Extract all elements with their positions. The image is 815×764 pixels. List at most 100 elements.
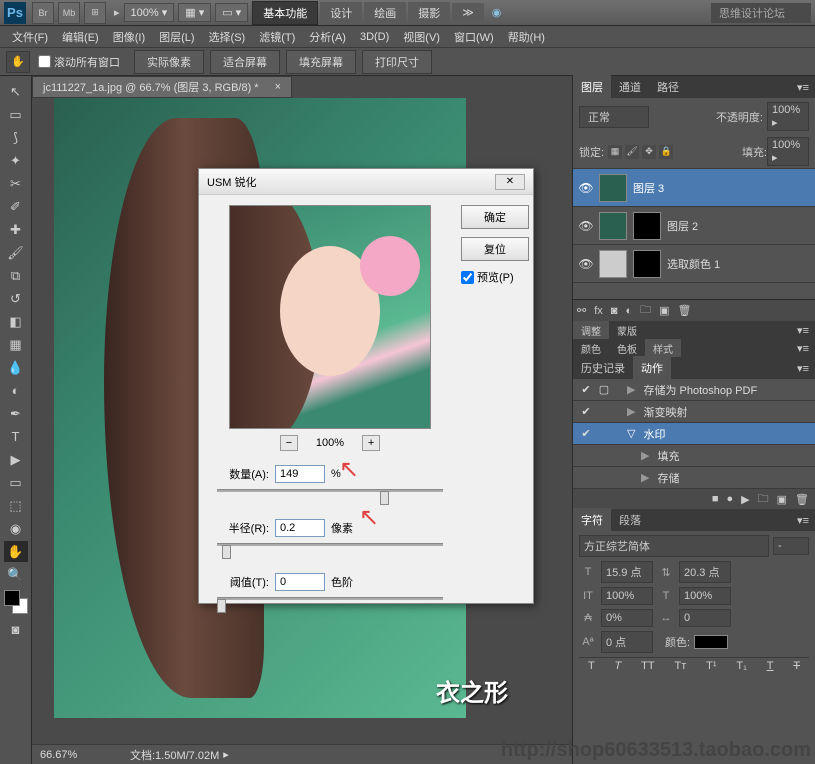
visibility-eye-icon[interactable]: 👁 xyxy=(573,181,599,195)
stop-action-icon[interactable]: ■ xyxy=(712,493,719,505)
tab-channels[interactable]: 通道 xyxy=(611,75,649,99)
workspace-design-button[interactable]: 设计 xyxy=(320,2,362,24)
action-row[interactable]: ▶ 存储 xyxy=(573,467,815,489)
crop-tool-icon[interactable]: ✂ xyxy=(4,173,28,194)
scroll-all-windows-checkbox[interactable]: 滚动所有窗口 xyxy=(38,54,120,70)
new-layer-icon[interactable]: ▣ xyxy=(659,304,669,317)
tab-history[interactable]: 历史记录 xyxy=(573,356,633,380)
type-tool-icon[interactable]: T xyxy=(4,426,28,447)
adjustment-layer-icon[interactable] xyxy=(599,250,627,278)
gradient-tool-icon[interactable]: ▦ xyxy=(4,334,28,355)
amount-slider[interactable] xyxy=(217,489,443,505)
fill-input[interactable]: 100% ▸ xyxy=(767,137,809,166)
screen-mode-dropdown[interactable]: ▭ ▾ xyxy=(215,3,248,22)
lock-pixels-icon[interactable]: 🖌 xyxy=(625,145,639,159)
link-layers-icon[interactable]: ⚯ xyxy=(577,304,586,317)
brush-tool-icon[interactable]: 🖌 xyxy=(4,242,28,263)
3d-camera-tool-icon[interactable]: ◉ xyxy=(4,518,28,539)
tab-paths[interactable]: 路径 xyxy=(649,75,687,99)
layer-thumbnail[interactable] xyxy=(599,174,627,202)
zoom-in-button[interactable]: + xyxy=(362,435,380,451)
faux-bold-icon[interactable]: T xyxy=(588,660,595,672)
kerning-input[interactable]: 0 xyxy=(679,609,731,627)
menu-window[interactable]: 窗口(W) xyxy=(448,27,500,47)
action-row[interactable]: ▶ 填充 xyxy=(573,445,815,467)
panel-menu-icon[interactable]: ▾≡ xyxy=(791,362,815,375)
marquee-tool-icon[interactable]: ▭ xyxy=(4,104,28,125)
strikethrough-icon[interactable]: T xyxy=(793,660,800,672)
disclosure-triangle-icon[interactable]: ▽ xyxy=(627,427,635,440)
menu-view[interactable]: 视图(V) xyxy=(397,27,446,47)
superscript-icon[interactable]: T¹ xyxy=(706,660,716,672)
workspace-photography-button[interactable]: 摄影 xyxy=(408,2,450,24)
action-dialog-icon[interactable]: ▢ xyxy=(595,383,613,396)
cancel-button[interactable]: 复位 xyxy=(461,237,529,261)
new-action-icon[interactable]: ▣ xyxy=(777,493,787,506)
lock-all-icon[interactable]: 🔒 xyxy=(659,145,673,159)
all-caps-icon[interactable]: TT xyxy=(641,660,654,672)
hand-tool-preset-icon[interactable]: ✋ xyxy=(6,51,30,73)
workspace-more-button[interactable]: ≫ xyxy=(452,3,484,22)
font-family-dropdown[interactable]: 方正综艺简体 xyxy=(579,535,769,557)
dodge-tool-icon[interactable]: ◐ xyxy=(4,380,28,401)
status-zoom[interactable]: 66.67% xyxy=(40,749,110,761)
font-size-input[interactable]: 15.9 点 xyxy=(601,561,653,583)
visibility-eye-icon[interactable]: 👁 xyxy=(573,219,599,233)
search-box[interactable]: 思维设计论坛 xyxy=(711,3,811,23)
tab-adjustments[interactable]: 调整 xyxy=(573,321,609,340)
underline-icon[interactable]: T xyxy=(767,660,774,672)
record-action-icon[interactable]: ● xyxy=(727,493,734,505)
arrange-documents-dropdown[interactable]: ▦ ▾ xyxy=(178,3,211,22)
menu-3d[interactable]: 3D(D) xyxy=(354,29,395,45)
menu-image[interactable]: 图像(I) xyxy=(107,27,151,47)
layer-row[interactable]: 👁 图层 3 xyxy=(573,169,815,207)
move-tool-icon[interactable]: ↖ xyxy=(4,81,28,102)
tab-actions[interactable]: 动作 xyxy=(633,356,671,380)
vertical-scale-input[interactable]: 100% xyxy=(601,587,653,605)
tab-masks[interactable]: 蒙版 xyxy=(609,321,645,340)
layer-name[interactable]: 图层 3 xyxy=(633,180,664,196)
layer-row[interactable]: 👁 图层 2 xyxy=(573,207,815,245)
quick-select-tool-icon[interactable]: ✦ xyxy=(4,150,28,171)
fill-screen-button[interactable]: 填充屏幕 xyxy=(286,50,356,74)
tab-paragraph[interactable]: 段落 xyxy=(611,508,649,532)
tab-color[interactable]: 颜色 xyxy=(573,339,609,358)
delete-layer-icon[interactable]: 🗑 xyxy=(678,304,692,317)
add-mask-icon[interactable]: ◙ xyxy=(611,305,618,317)
view-extras-icon[interactable]: ⊞ xyxy=(84,2,106,24)
status-docsize[interactable]: 文档:1.50M/7.02M xyxy=(130,747,219,763)
menu-help[interactable]: 帮助(H) xyxy=(502,27,551,47)
action-row[interactable]: ✔ ▶ 渐变映射 xyxy=(573,401,815,423)
hand-tool-icon[interactable]: ✋ xyxy=(4,541,28,562)
leading-input[interactable]: 20.3 点 xyxy=(679,561,731,583)
radius-input[interactable] xyxy=(275,519,325,537)
visibility-eye-icon[interactable]: 👁 xyxy=(573,257,599,271)
horizontal-scale-input[interactable]: 100% xyxy=(679,587,731,605)
pen-tool-icon[interactable]: ✒ xyxy=(4,403,28,424)
history-brush-tool-icon[interactable]: ↺ xyxy=(4,288,28,309)
filter-preview[interactable] xyxy=(229,205,431,429)
layer-name[interactable]: 图层 2 xyxy=(667,218,698,234)
zoom-out-button[interactable]: − xyxy=(280,435,298,451)
menu-edit[interactable]: 编辑(E) xyxy=(56,27,105,47)
opacity-input[interactable]: 100% ▸ xyxy=(767,102,809,131)
blend-mode-dropdown[interactable]: 正常 xyxy=(579,106,649,128)
color-swatches[interactable] xyxy=(4,590,28,614)
preview-checkbox[interactable]: 预览(P) xyxy=(461,269,523,285)
tab-layers[interactable]: 图层 xyxy=(573,75,611,99)
actual-pixels-button[interactable]: 实际像素 xyxy=(134,50,204,74)
threshold-input[interactable] xyxy=(275,573,325,591)
dialog-close-button[interactable]: ✕ xyxy=(495,174,525,190)
tab-swatches[interactable]: 色板 xyxy=(609,339,645,358)
amount-input[interactable] xyxy=(275,465,325,483)
menu-file[interactable]: 文件(F) xyxy=(6,27,54,47)
eraser-tool-icon[interactable]: ◧ xyxy=(4,311,28,332)
quick-mask-icon[interactable]: ◙ xyxy=(4,619,28,640)
text-color-swatch[interactable] xyxy=(694,635,728,649)
status-arrow-icon[interactable]: ▸ xyxy=(223,748,229,761)
healing-brush-tool-icon[interactable]: ✚ xyxy=(4,219,28,240)
font-style-dropdown[interactable]: - xyxy=(773,537,809,555)
panel-menu-icon[interactable]: ▾≡ xyxy=(791,324,815,337)
threshold-slider[interactable] xyxy=(217,597,443,613)
tracking-input[interactable]: 0% xyxy=(601,609,653,627)
